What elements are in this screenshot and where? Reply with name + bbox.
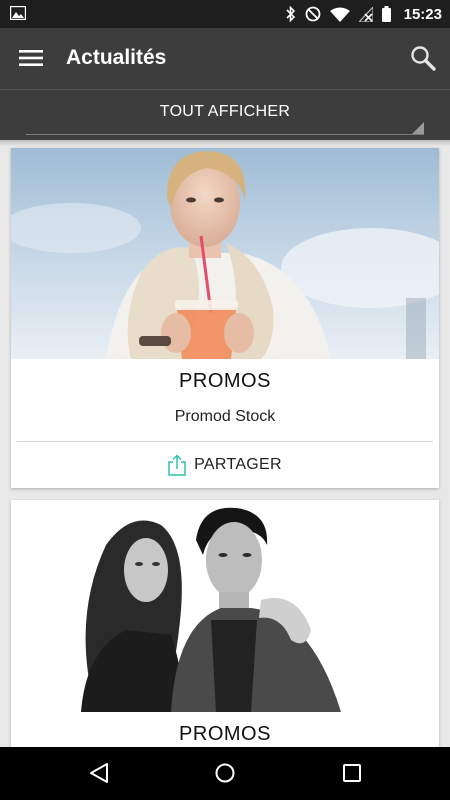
wifi-icon bbox=[329, 7, 350, 22]
filter-dropdown[interactable]: TOUT AFFICHER bbox=[26, 90, 424, 137]
app-bar: Actualités bbox=[0, 28, 450, 89]
hamburger-menu-icon[interactable] bbox=[19, 48, 43, 68]
back-icon[interactable] bbox=[87, 761, 111, 785]
news-card[interactable]: PROMOS Promod Stock PARTAGER bbox=[11, 148, 439, 488]
recent-apps-icon[interactable] bbox=[340, 761, 364, 785]
share-button[interactable]: PARTAGER bbox=[11, 442, 439, 488]
filter-shadow bbox=[0, 140, 450, 146]
card-category: PROMOS bbox=[179, 370, 271, 392]
do-not-disturb-icon bbox=[305, 6, 321, 22]
woman-drinking-iced-drink-photo bbox=[11, 148, 439, 359]
status-bar: 15:23 bbox=[0, 0, 450, 28]
bluetooth-icon bbox=[286, 6, 295, 22]
filter-selected-label: TOUT AFFICHER bbox=[159, 103, 291, 120]
search-icon[interactable] bbox=[410, 45, 436, 71]
status-time: 15:23 bbox=[403, 5, 442, 23]
filter-underline bbox=[26, 134, 424, 135]
card-category: PROMOS bbox=[179, 723, 271, 745]
home-icon[interactable] bbox=[213, 761, 237, 785]
no-signal-icon bbox=[358, 6, 373, 22]
page-title: Actualités bbox=[66, 46, 167, 69]
filter-bar: TOUT AFFICHER bbox=[0, 89, 450, 140]
news-card[interactable]: PROMOS bbox=[11, 500, 439, 747]
battery-icon bbox=[381, 6, 391, 22]
card-brand: Promod Stock bbox=[174, 408, 276, 425]
share-icon bbox=[168, 454, 186, 476]
dropdown-caret-icon bbox=[412, 122, 424, 134]
status-icons: 15:23 bbox=[286, 4, 442, 24]
image-notification-icon bbox=[10, 6, 26, 20]
share-label: PARTAGER bbox=[194, 456, 282, 473]
system-nav-bar bbox=[0, 747, 450, 800]
news-feed[interactable]: PROMOS Promod Stock PARTAGER PROMOS bbox=[0, 140, 450, 747]
couple-black-and-white-photo bbox=[11, 500, 439, 712]
